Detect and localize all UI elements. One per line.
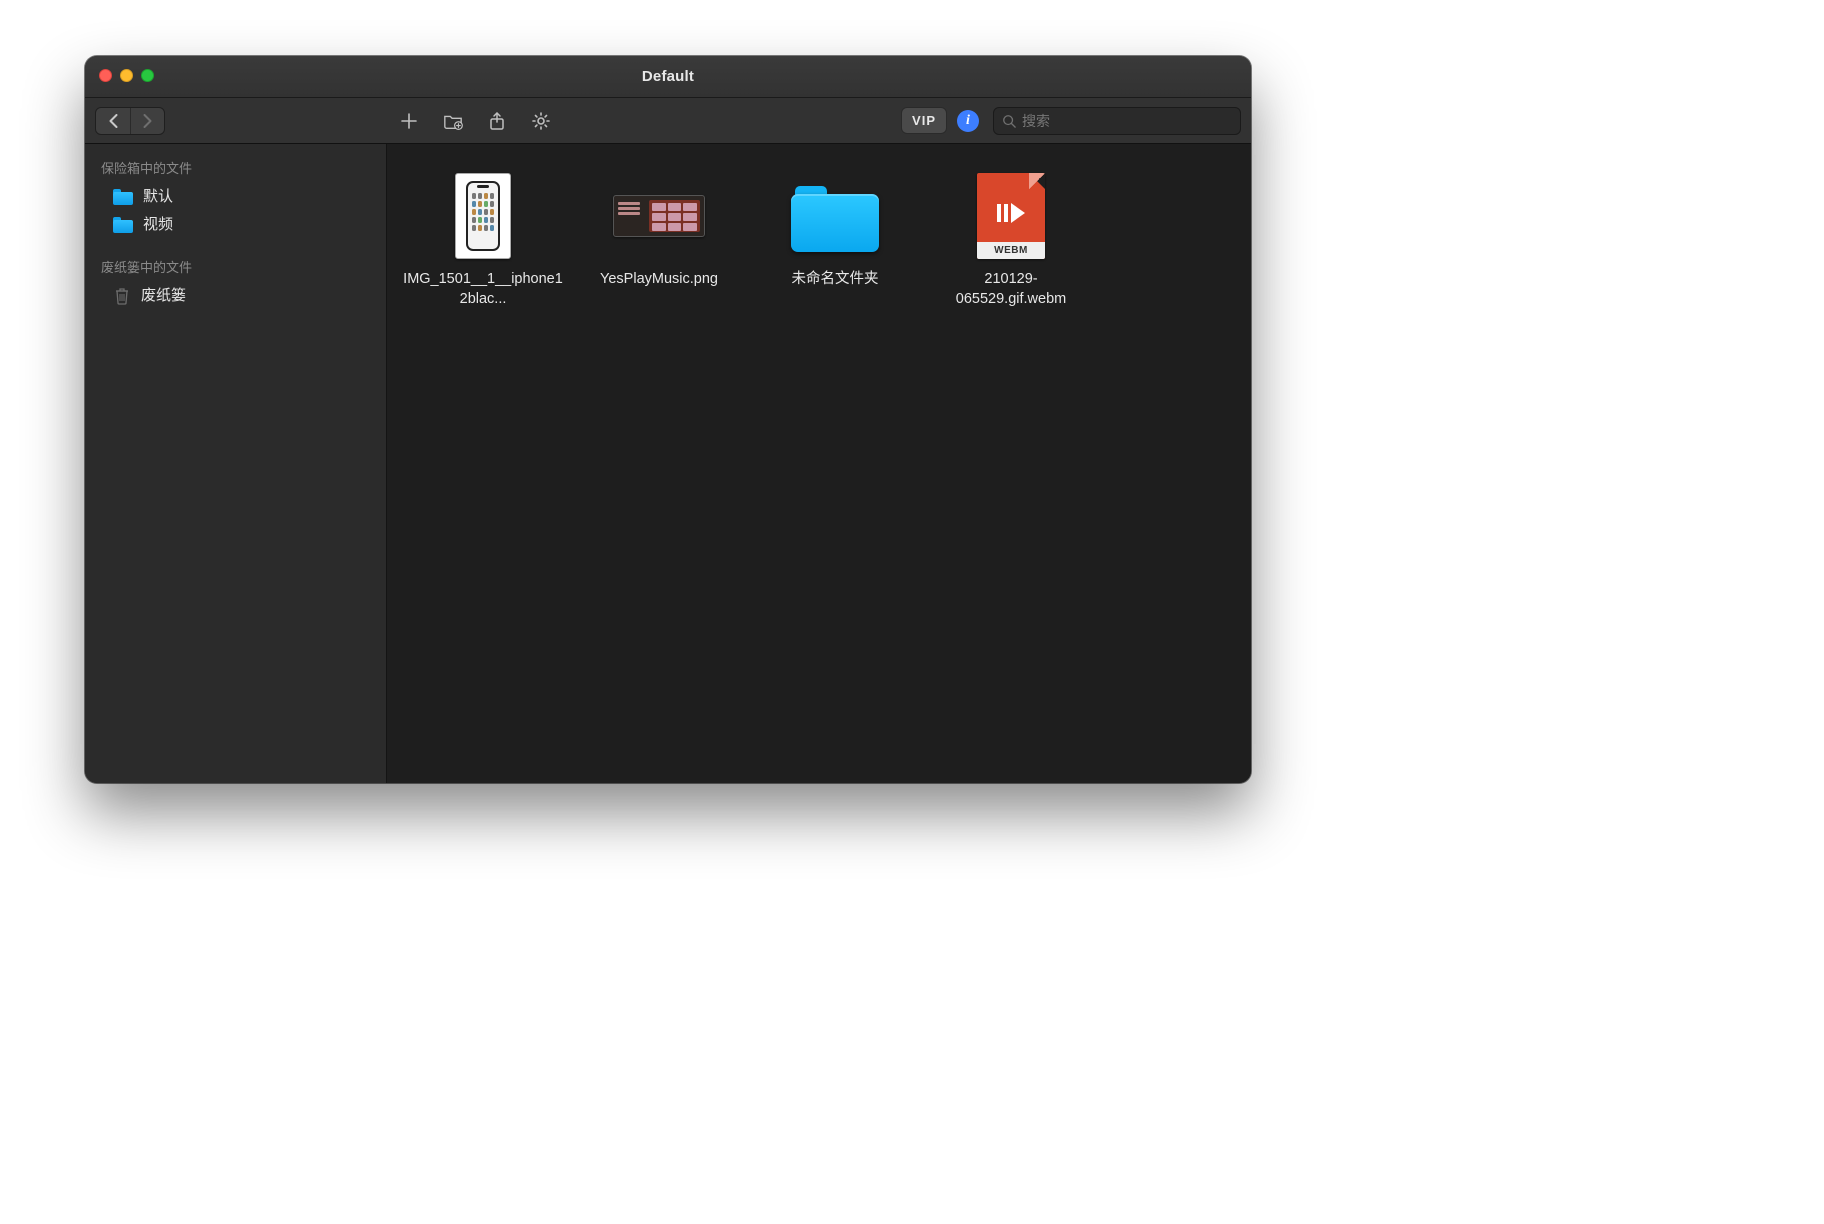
window-body: 保险箱中的文件 默认 视频 废纸篓中的文件 废纸篓 <box>85 144 1251 783</box>
sidebar-item-video[interactable]: 视频 <box>85 211 386 239</box>
forward-button[interactable] <box>130 108 164 134</box>
chevron-left-icon <box>108 114 119 128</box>
file-name: 未命名文件夹 <box>792 270 879 290</box>
window-controls <box>99 69 154 82</box>
vip-badge[interactable]: VIP <box>901 107 947 134</box>
gear-icon <box>531 111 551 131</box>
close-icon[interactable] <box>99 69 112 82</box>
new-folder-button[interactable] <box>435 107 471 135</box>
sidebar-item-label: 默认 <box>143 185 173 209</box>
zoom-icon[interactable] <box>141 69 154 82</box>
add-button[interactable] <box>391 107 427 135</box>
back-button[interactable] <box>96 108 130 134</box>
file-name: YesPlayMusic.png <box>600 270 718 290</box>
sidebar: 保险箱中的文件 默认 视频 废纸篓中的文件 废纸篓 <box>85 144 387 783</box>
folder-icon <box>113 217 133 233</box>
sidebar-item-label: 废纸篓 <box>141 284 186 308</box>
folder-icon <box>789 180 881 252</box>
image-icon <box>613 195 705 237</box>
search-field[interactable] <box>993 107 1241 135</box>
file-thumbnail <box>613 170 705 262</box>
file-thumbnail: WEBM <box>965 170 1057 262</box>
video-file-icon: WEBM <box>977 173 1045 259</box>
file-item[interactable]: IMG_1501__1__iphone12blac... <box>395 164 571 309</box>
titlebar: Default <box>85 56 1251 98</box>
chevron-right-icon <box>142 114 153 128</box>
file-item[interactable]: WEBM 210129-065529.gif.webm <box>923 164 1099 309</box>
window-title: Default <box>642 68 694 85</box>
file-thumbnail <box>789 170 881 262</box>
folder-plus-icon <box>443 111 463 131</box>
search-icon <box>1002 114 1016 128</box>
image-icon <box>455 173 511 259</box>
sidebar-item-label: 视频 <box>143 213 173 237</box>
trash-icon <box>113 286 131 306</box>
file-name: IMG_1501__1__iphone12blac... <box>403 270 563 309</box>
search-input[interactable] <box>1022 113 1232 129</box>
file-grid[interactable]: IMG_1501__1__iphone12blac... YesPlayMusi… <box>387 144 1251 783</box>
folder-icon <box>113 189 133 205</box>
toolbar: VIP i <box>85 98 1251 144</box>
sidebar-section-header: 废纸篓中的文件 <box>85 253 386 282</box>
plus-icon <box>399 111 419 131</box>
file-item[interactable]: 未命名文件夹 <box>747 164 923 309</box>
file-type-badge: WEBM <box>977 242 1045 260</box>
settings-button[interactable] <box>523 107 559 135</box>
share-button[interactable] <box>479 107 515 135</box>
sidebar-item-trash[interactable]: 废纸篓 <box>85 282 386 310</box>
nav-group <box>95 107 165 135</box>
sidebar-item-default[interactable]: 默认 <box>85 183 386 211</box>
file-thumbnail <box>437 170 529 262</box>
info-button[interactable]: i <box>957 110 979 132</box>
minimize-icon[interactable] <box>120 69 133 82</box>
share-icon <box>487 111 507 131</box>
app-window: Default <box>85 56 1251 783</box>
file-name: 210129-065529.gif.webm <box>931 270 1091 309</box>
file-item[interactable]: YesPlayMusic.png <box>571 164 747 309</box>
sidebar-section-header: 保险箱中的文件 <box>85 154 386 183</box>
